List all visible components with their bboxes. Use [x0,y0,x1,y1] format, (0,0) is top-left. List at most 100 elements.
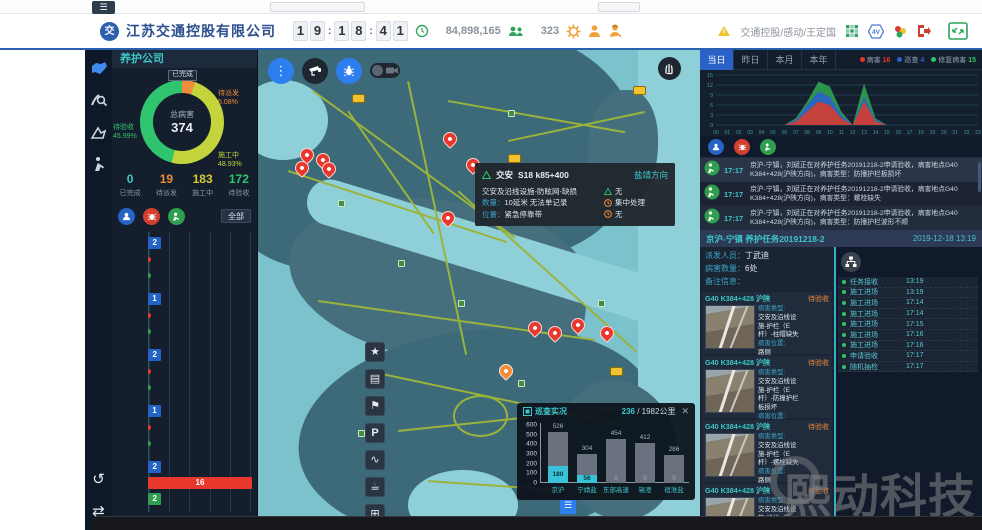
person-icon[interactable] [588,24,601,38]
patrol-filter-button[interactable] [118,208,135,225]
disease-photo[interactable] [705,369,755,413]
favorites-tool-button[interactable]: ★ [365,342,385,362]
disease-photo[interactable] [705,305,755,349]
hamburger-menu-button[interactable]: ☰ [92,1,115,14]
map-view-icon[interactable] [85,54,112,82]
timeline-row[interactable]: 施工进场13:19 [838,288,978,299]
tab-当日[interactable]: 当日 [700,50,734,70]
svg-text:11: 11 [839,130,844,136]
gear-icon[interactable] [566,24,581,39]
company-row[interactable]: 锡澄2 [148,344,254,400]
service-area-tool-button[interactable]: ☕ [365,477,385,497]
ghost-tab[interactable] [598,2,640,12]
vehicle-marker[interactable] [508,154,521,163]
vehicle-marker[interactable] [610,367,623,376]
cctv-camera-button[interactable] [302,58,328,84]
notification-row[interactable]: 17:17京沪-宁镇，刘斌正在对养护任务20191218-2申请验收，病害地点G… [700,158,982,182]
marker-list-button[interactable]: ⋮ [268,58,294,84]
org-chart-icon[interactable] [841,252,861,272]
ghost-tab[interactable] [270,2,365,12]
company-row[interactable]: 京沪2162 [148,456,254,512]
timeline-row[interactable]: 施工进场17:16 [838,330,978,341]
repair-filter-button[interactable] [168,208,185,225]
status-badge: 待验收 [808,294,829,304]
clock-digit: 9 [310,21,325,41]
maintenance-icon[interactable] [85,118,112,146]
traffic-light-dots-icon[interactable] [893,25,907,38]
vehicle-marker[interactable] [633,86,646,95]
repair-filter-button[interactable] [760,139,776,155]
disease-card[interactable]: G40 K384+428 沪陕待验收病害类型:交安及沿线设施-护栏（E杆）-螺栓… [702,420,832,482]
disease-pin-marker[interactable] [597,323,617,343]
taskbar[interactable] [92,516,982,530]
road-shield-icon [458,300,465,307]
task-detail-column: 派发人员：丁武迪病害数量：6处备注信息： G40 K384+428 沪陕待验收病… [700,247,836,530]
task-header: 京沪-宁镇 养护任务20191218-2 2019-12-18 13:19 [700,230,982,247]
disease-card[interactable]: G40 K384+428 沪陕待验收病害类型:交安及沿线设施-护栏（E杆）-柱帽… [702,292,832,354]
svg-text:01: 01 [725,130,731,136]
close-icon[interactable]: ✕ [681,406,689,417]
chart-tool-button[interactable]: ∿ [365,450,385,470]
svg-text:13: 13 [861,130,867,136]
tab-昨日[interactable]: 昨日 [734,50,768,70]
svg-text:23: 23 [975,130,981,136]
left-icon-rail: ↺ ⇄ [85,50,112,530]
timeline-row[interactable]: 施工进场17:14 [838,309,978,320]
tab-本年[interactable]: 本年 [802,50,836,70]
timeline-row[interactable]: 随机抽检17:17 [838,362,978,373]
status-stat: 0已完成 [112,172,148,204]
timeline-row[interactable]: 施工进场17:14 [838,298,978,309]
flag-tool-button[interactable]: ⚑ [365,396,385,416]
parking-tool-button[interactable]: P [365,423,385,443]
disease-filter-button[interactable] [734,139,750,155]
right-panel: 当日昨日本月本年病害 16巡查 4修复病害 15 036912150001020… [700,50,982,530]
tooltip-stake: S18 k85+400 [518,170,569,180]
svg-text:0: 0 [710,123,713,129]
timeline-row[interactable]: 施工进场17:15 [838,319,978,330]
timeline-row[interactable]: 施工进场17:16 [838,341,978,352]
svg-text:06: 06 [782,130,788,136]
svg-text:16: 16 [895,130,901,136]
timeline-row[interactable]: 申请验收17:17 [838,351,978,362]
tab-本月[interactable]: 本月 [768,50,802,70]
notification-row[interactable]: 17:17京沪-宁镇，刘斌正在对养护任务20191218-2申请验收，病害地点G… [700,206,982,230]
worker-icon[interactable] [608,24,623,38]
donut-label-pending: 待派发 5.08% [218,90,239,108]
all-filter-button[interactable]: 全部 [221,209,251,223]
disease-bug-button[interactable] [336,58,362,84]
layers-tool-button[interactable]: ▤ [365,369,385,389]
company-row[interactable]: 宿淮盐1 [148,400,254,456]
data-grid-icon[interactable] [845,24,859,38]
svg-text:6: 6 [710,103,713,109]
map-canvas[interactable]: ⋮ ★ ▤ ⚑ P ∿ ☕ ⊞ [258,50,700,530]
undo-icon[interactable]: ↺ [92,470,105,488]
company-row[interactable]: 宁靖盐1 [148,288,254,344]
donut-label-working: 施工中 48.93% [218,152,242,170]
donut-ring[interactable]: 总病害 374 [140,80,224,164]
svg-text:07: 07 [793,130,799,136]
patrol-filter-button[interactable] [708,139,724,155]
map-toolbar: ★ ▤ ⚑ P ∿ ☕ ⊞ [365,342,385,524]
dashboard: ↺ ⇄ 养护公司 总病害 374 已完成 待派发 5.08% [85,50,982,530]
vehicle-marker[interactable] [352,94,365,103]
disease-photo[interactable] [705,433,755,477]
4v-hexagon-icon[interactable]: 4V [868,24,884,39]
timeline-row[interactable]: 任务接收13:19 [838,277,978,288]
company-row[interactable]: 东部高速2 [148,232,254,288]
notification-row[interactable]: 17:17京沪-宁镇，刘斌正在对养护任务20191218-2申请验收，病害地点G… [700,182,982,206]
logout-icon[interactable] [916,24,931,38]
road-search-icon[interactable] [85,86,112,114]
camera-layer-toggle[interactable] [370,63,400,78]
breadcrumb[interactable]: 交通控股/感动/王定国 [740,24,836,39]
patrol-person-icon[interactable] [85,150,112,178]
clock-digit: 1 [293,21,308,41]
disease-filter-button[interactable] [143,208,160,225]
disease-card[interactable]: G40 K384+428 沪陕待验收病害类型:交安及沿线设施-护栏（E杆）-防撞… [702,356,832,418]
mileage-counter: 84,898,165 [446,25,501,37]
legend-list-button[interactable]: ☰ [560,498,576,514]
worker-badge-icon [704,208,720,229]
pan-tool-button[interactable] [658,57,681,80]
donut-center-label: 总病害 [170,109,194,120]
fullscreen-icon[interactable] [948,22,968,40]
clock-digit: 8 [351,21,366,41]
